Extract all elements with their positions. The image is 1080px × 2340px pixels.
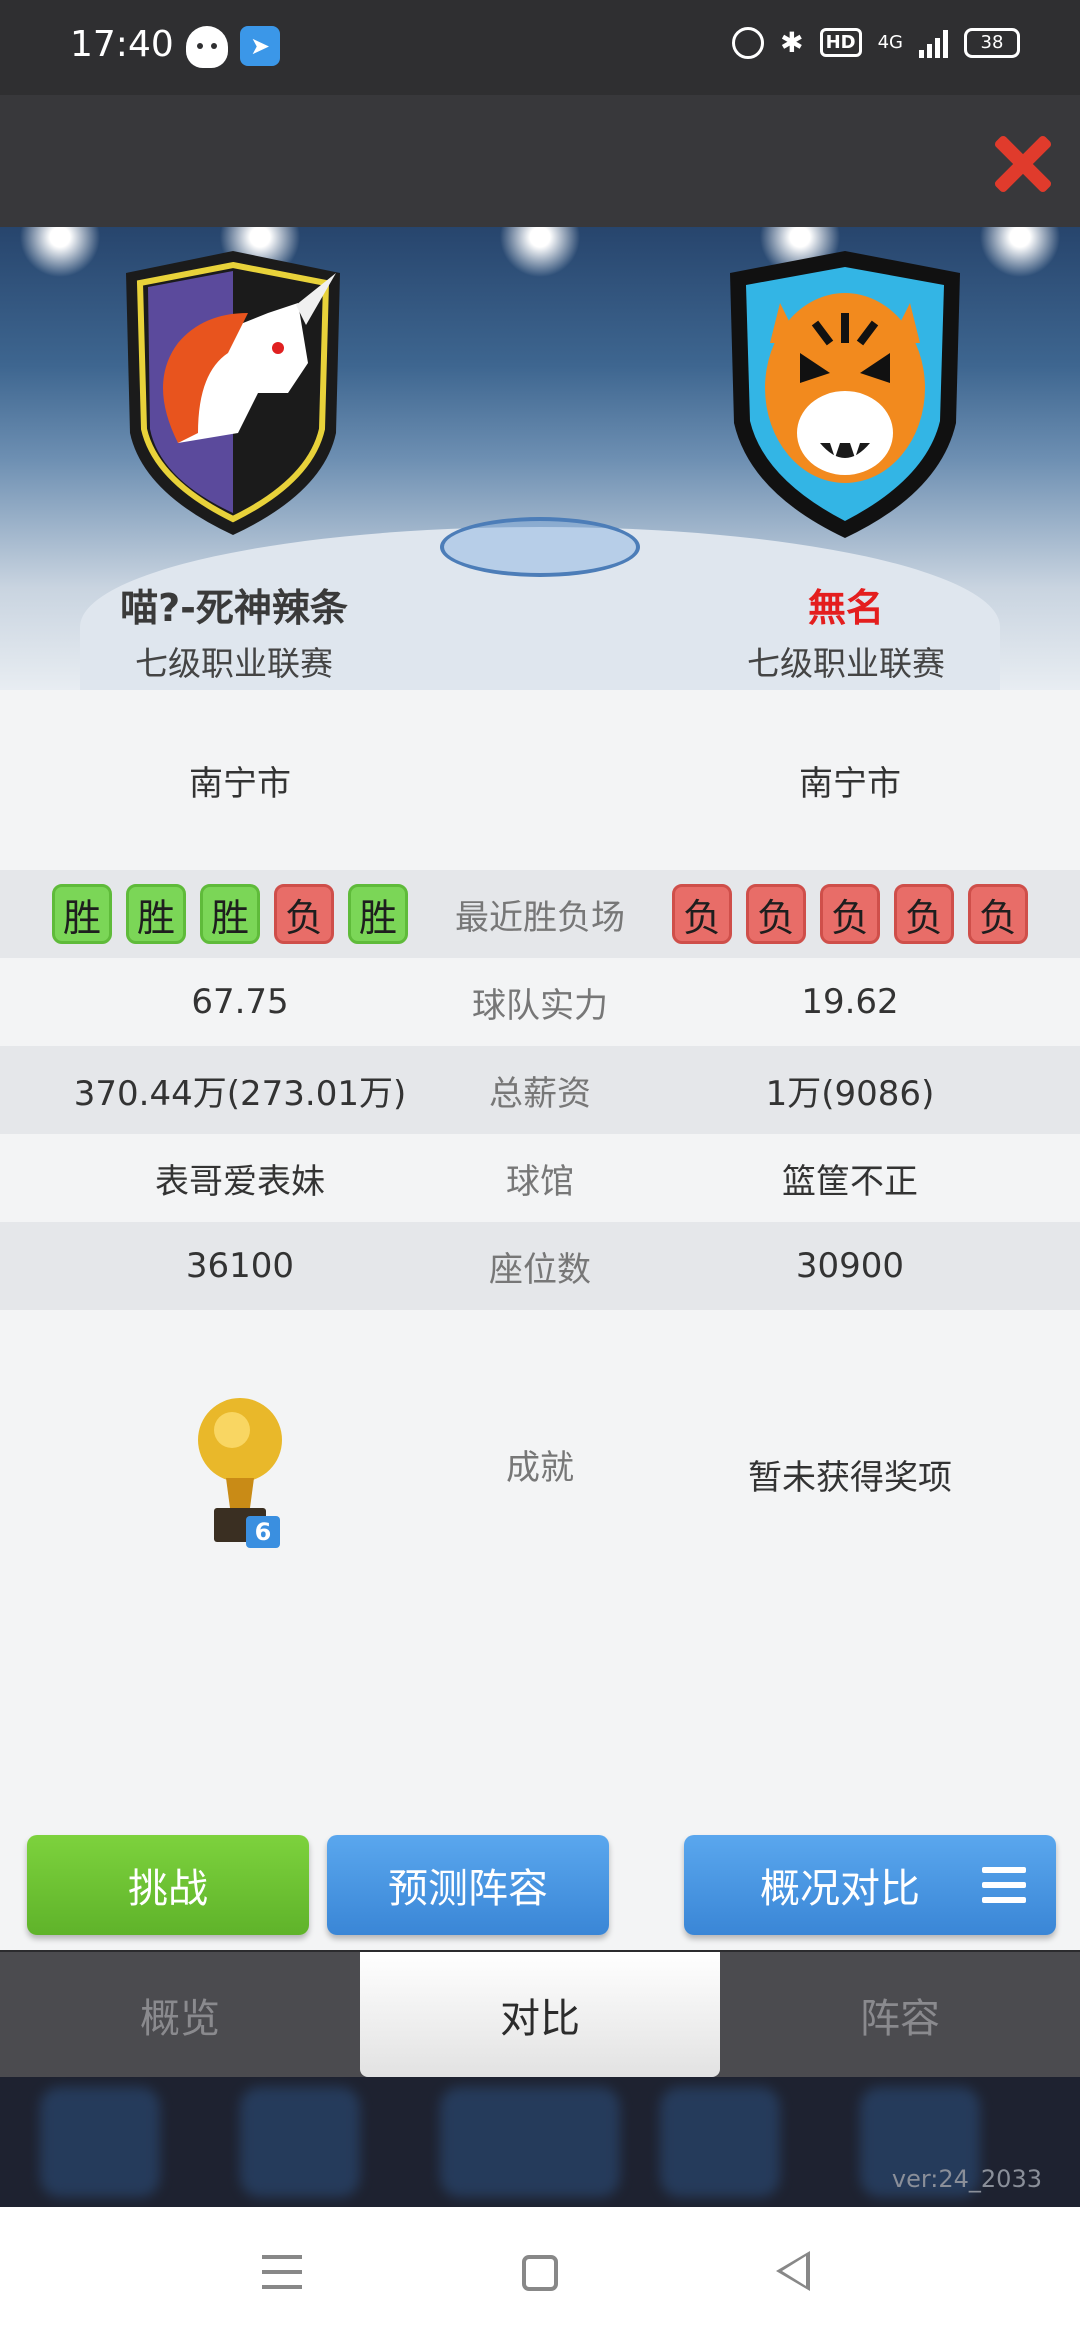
network-label: 4G — [877, 32, 903, 53]
seats-label: 座位数 — [489, 1249, 591, 1290]
salary-label: 总薪资 — [489, 1073, 591, 1114]
right-seats: 30900 — [795, 1246, 905, 1286]
right-team-name: 無名 — [807, 586, 884, 630]
strength-label: 球队实力 — [472, 985, 608, 1026]
tab-compare-label: 对比 — [500, 1995, 580, 2042]
tab-lineup-label: 阵容 — [860, 1995, 940, 2042]
battery-icon: 38 — [964, 27, 1020, 58]
trophy-count: 6 — [255, 1518, 272, 1546]
left-strength: 67.75 — [191, 982, 289, 1022]
right-team-league: 七级职业联赛 — [747, 644, 945, 683]
left-salary: 370.44万(273.01万) — [73, 1073, 407, 1114]
home-icon[interactable] — [522, 2255, 558, 2291]
right-city: 南宁市 — [799, 763, 901, 804]
result-badge: 胜 — [348, 884, 408, 944]
challenge-button-label: 挑战 — [128, 1866, 208, 1912]
system-nav-bar — [0, 2207, 1080, 2340]
background-menu: ver:24_2033 — [0, 2077, 1080, 2207]
row-strength: 67.75 球队实力 19.62 — [0, 958, 1080, 1046]
center-circle — [440, 517, 640, 577]
tab-overview[interactable]: 概览 — [0, 1952, 360, 2077]
back-icon[interactable] — [776, 2251, 810, 2291]
robot-app-icon — [186, 26, 228, 68]
left-arena: 表哥爱表妹 — [155, 1161, 325, 1202]
menu-icon — [982, 1867, 1026, 1905]
overview-compare-button[interactable]: 概况对比 — [684, 1835, 1056, 1935]
challenge-button[interactable]: 挑战 — [27, 1835, 309, 1935]
alarm-icon — [732, 26, 765, 59]
right-arena: 篮筐不正 — [782, 1161, 918, 1202]
left-city: 南宁市 — [189, 763, 291, 804]
predict-lineup-label: 预测阵容 — [388, 1866, 548, 1912]
status-bar: 17:40 ➤ ✱ HD 4G 38 — [0, 0, 1080, 95]
close-icon[interactable] — [990, 131, 1054, 195]
hd-icon: HD — [819, 28, 862, 57]
arena-label: 球馆 — [506, 1161, 574, 1202]
bluetooth-icon: ✱ — [780, 26, 804, 59]
row-recent-results: 胜 胜 胜 负 胜 最近胜负场 负 负 负 负 负 — [0, 870, 1080, 958]
comparison-table: 南宁市 南宁市 胜 胜 胜 负 胜 最近胜负场 负 负 负 负 负 67.75 … — [0, 690, 1080, 1950]
status-icons: ✱ HD 4G 38 — [732, 26, 1020, 59]
tab-compare[interactable]: 对比 — [360, 1952, 720, 2077]
result-badge: 负 — [672, 884, 732, 944]
tab-lineup[interactable]: 阵容 — [720, 1952, 1080, 2077]
result-badge: 负 — [274, 884, 334, 944]
achievements-label: 成就 — [506, 1448, 574, 1488]
version-label: ver:24_2033 — [891, 2165, 1042, 2193]
send-app-icon: ➤ — [240, 26, 280, 66]
row-city: 南宁市 南宁市 — [0, 690, 1080, 870]
overview-compare-label: 概况对比 — [760, 1866, 920, 1912]
predict-lineup-button[interactable]: 预测阵容 — [327, 1835, 609, 1935]
signal-icon — [919, 28, 948, 58]
result-badge: 负 — [746, 884, 806, 944]
tiger-team-logo — [730, 251, 960, 538]
result-badge: 负 — [820, 884, 880, 944]
row-seats: 36100 座位数 30900 — [0, 1222, 1080, 1310]
right-strength: 19.62 — [801, 982, 899, 1022]
left-seats: 36100 — [185, 1246, 295, 1286]
left-team-league: 七级职业联赛 — [135, 644, 333, 683]
recent-results-label: 最近胜负场 — [455, 897, 625, 938]
result-badge: 胜 — [126, 884, 186, 944]
result-badge: 胜 — [200, 884, 260, 944]
right-achievements: 暂未获得奖项 — [748, 1458, 952, 1498]
unicorn-team-logo — [126, 251, 340, 535]
tab-overview-label: 概览 — [140, 1995, 220, 2042]
recent-apps-icon[interactable] — [262, 2255, 302, 2289]
result-badge: 负 — [968, 884, 1028, 944]
row-salary: 370.44万(273.01万) 总薪资 1万(9086) — [0, 1046, 1080, 1134]
arena-banner: 喵?-死神辣条 七级职业联赛 無名 七级职业联赛 — [0, 227, 1080, 690]
trophy-icon[interactable]: 6 — [196, 1390, 286, 1550]
dialog-header — [0, 95, 1080, 227]
battery-level: 38 — [980, 32, 1004, 53]
left-recent-results: 胜 胜 胜 负 胜 — [40, 884, 420, 944]
status-time: 17:40 — [70, 24, 174, 65]
row-arena: 表哥爱表妹 球馆 篮筐不正 — [0, 1134, 1080, 1222]
result-badge: 胜 — [52, 884, 112, 944]
left-team-name: 喵?-死神辣条 — [120, 586, 348, 630]
result-badge: 负 — [894, 884, 954, 944]
row-achievements: 成就 暂未获得奖项 — [0, 1310, 1080, 1650]
right-recent-results: 负 负 负 负 负 — [660, 884, 1040, 944]
tab-bar: 概览 对比 阵容 — [0, 1952, 1080, 2077]
right-salary: 1万(9086) — [765, 1073, 935, 1114]
